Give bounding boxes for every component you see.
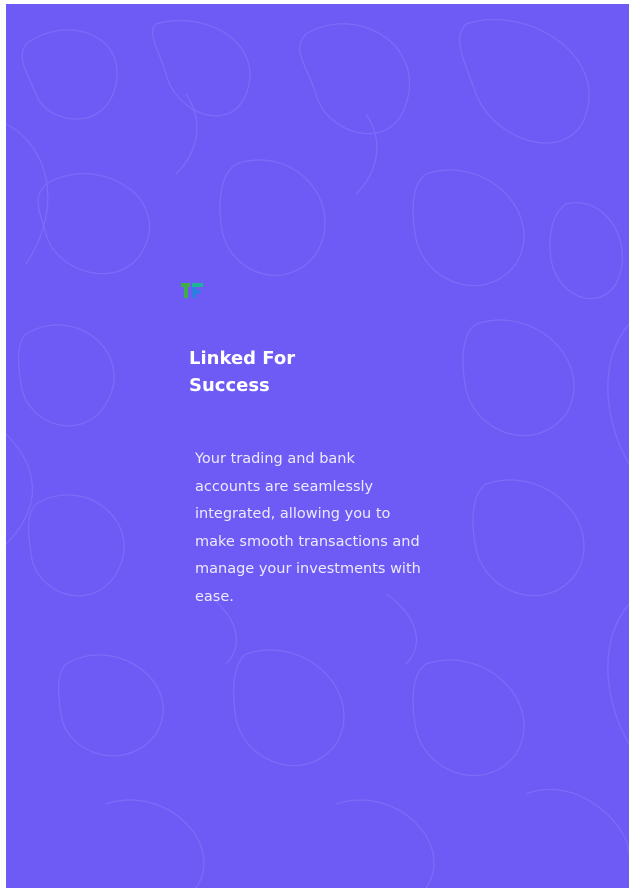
title-line: Success	[189, 375, 270, 396]
onboarding-panel: Linked For Success Your trading and bank…	[6, 4, 629, 888]
brand-logo-icon	[181, 283, 203, 298]
description-line: make smooth transactions and	[195, 533, 420, 550]
page-title: Linked For Success	[189, 345, 389, 399]
description-text: Your trading and bank accounts are seaml…	[195, 446, 455, 611]
title-line: Linked For	[189, 348, 296, 369]
description-line: Your trading and bank	[195, 451, 355, 467]
description-line: ease.	[195, 588, 234, 605]
description-line: integrated, allowing you to	[195, 506, 391, 522]
description-line: manage your investments with	[195, 561, 421, 577]
description-line: accounts are seamlessly	[195, 478, 374, 495]
